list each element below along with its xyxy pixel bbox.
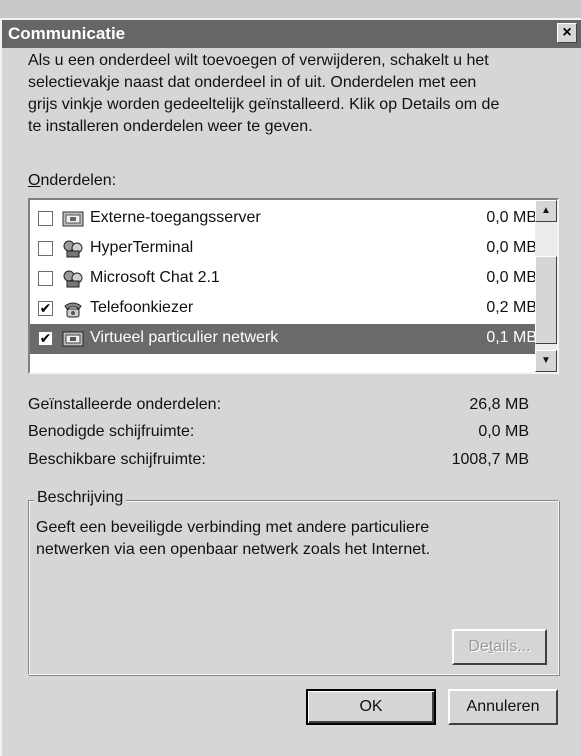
components-label-accelerator: O [28, 172, 41, 189]
background-window-strip [0, 0, 581, 18]
components-list: Externe-toegangsserver 0,0 MB HyperTermi… [30, 204, 537, 354]
description-line: Geeft een beveiligde verbinding met ande… [36, 519, 430, 536]
installed-label: Geïnstalleerde onderdelen: [28, 396, 222, 413]
components-label: Onderdelen: [28, 172, 116, 190]
intro-line: Als u een onderdeel wilt toevoegen of ve… [28, 52, 489, 69]
window-title: Communicatie [8, 24, 126, 43]
component-name: Externe-toegangsserver [90, 209, 261, 226]
component-checkbox-checked[interactable]: ✔ [38, 331, 53, 346]
ok-button[interactable]: OK [306, 689, 436, 725]
component-checkbox[interactable] [38, 241, 53, 256]
component-checkbox[interactable] [38, 271, 53, 286]
cancel-button[interactable]: Annuleren [448, 689, 558, 725]
component-name: HyperTerminal [90, 239, 194, 256]
component-name: Virtueel particulier netwerk [90, 329, 279, 346]
component-checkbox-checked[interactable]: ✔ [38, 301, 53, 316]
intro-line: grijs vinkje worden gedeeltelijk geïnsta… [28, 96, 500, 113]
components-icon [63, 270, 83, 288]
component-checkbox[interactable] [38, 211, 53, 226]
intro-line: selectievakje naast dat onderdeel in of … [28, 74, 477, 91]
details-button[interactable]: Details... [452, 629, 547, 665]
scroll-down-button[interactable]: ▼ [535, 350, 557, 372]
list-item[interactable]: ✔ Telefoonkiezer 0,2 MB [30, 294, 537, 324]
scroll-thumb[interactable] [535, 256, 557, 344]
component-size: 0,0 MB [486, 209, 537, 226]
description-title: Beschrijving [34, 489, 127, 507]
component-size: 0,0 MB [486, 239, 537, 256]
details-label-pre: De [468, 638, 489, 655]
available-value: 1008,7 MB [451, 451, 529, 468]
phone-icon [64, 302, 82, 318]
component-size: 0,0 MB [486, 269, 537, 286]
component-name: Telefoonkiezer [90, 299, 194, 316]
list-scrollbar[interactable]: ▲ ▼ [535, 200, 557, 372]
list-item[interactable]: Microsoft Chat 2.1 0,0 MB [30, 264, 537, 294]
description-line: netwerken via een openbaar netwerk zoals… [36, 541, 431, 558]
component-size: 0,2 MB [486, 299, 537, 316]
intro-text: Als u een onderdeel wilt toevoegen of ve… [28, 50, 558, 138]
list-item[interactable]: Externe-toegangsserver 0,0 MB [30, 204, 537, 234]
network-icon [62, 331, 84, 347]
component-name: Microsoft Chat 2.1 [90, 269, 220, 286]
details-label-post: ails... [493, 638, 531, 655]
components-icon [63, 240, 83, 258]
list-item-selected[interactable]: ✔ Virtueel particulier netwerk 0,1 MB [30, 324, 537, 354]
close-button[interactable]: × [557, 23, 577, 43]
intro-line: te installeren onderdelen weer te geven. [28, 118, 313, 135]
scroll-up-button[interactable]: ▲ [535, 200, 557, 222]
available-label: Beschikbare schijfruimte: [28, 451, 206, 468]
installed-value: 26,8 MB [469, 396, 529, 413]
components-listbox[interactable]: Externe-toegangsserver 0,0 MB HyperTermi… [28, 198, 559, 374]
description-text: Geeft een beveiligde verbinding met ande… [36, 517, 546, 561]
required-value: 0,0 MB [478, 423, 529, 440]
component-size: 0,1 MB [486, 329, 537, 346]
server-icon [62, 211, 84, 227]
required-label: Benodigde schijfruimte: [28, 423, 195, 440]
list-item[interactable]: HyperTerminal 0,0 MB [30, 234, 537, 264]
title-bar[interactable]: Communicatie × [2, 20, 581, 48]
components-label-text: nderdelen: [40, 172, 117, 189]
